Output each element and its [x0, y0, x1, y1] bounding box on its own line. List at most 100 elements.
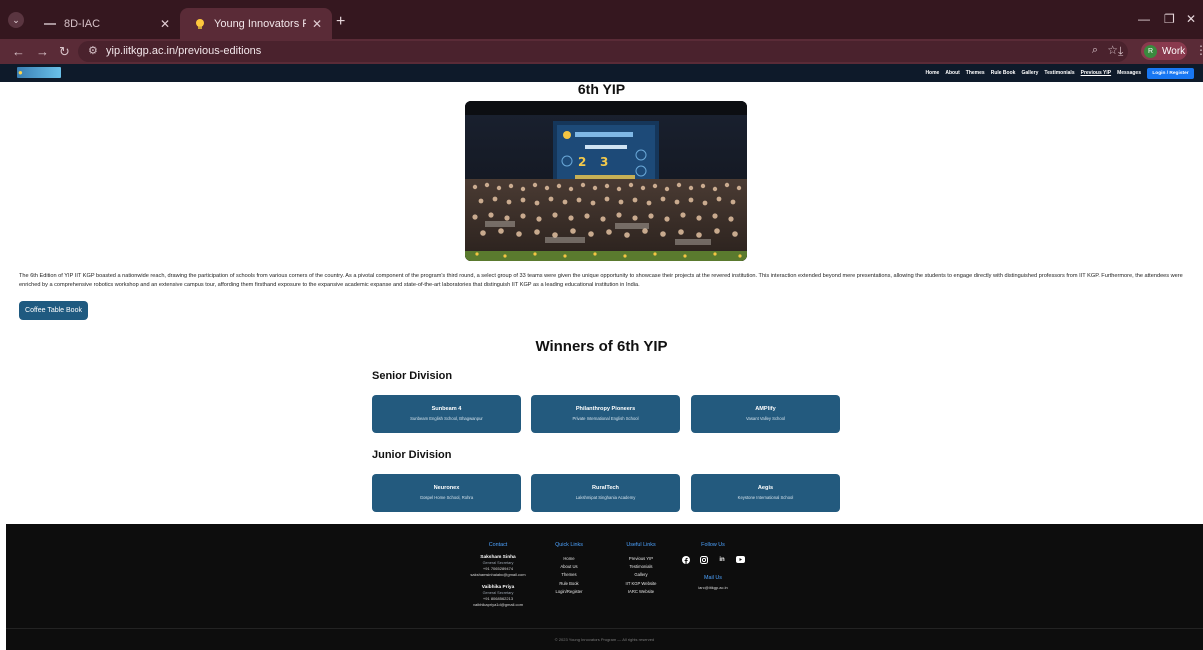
minimize-icon[interactable]: — — [1138, 12, 1150, 26]
nav-testimonials[interactable]: Testimonials — [1044, 70, 1074, 76]
browser-tab-active[interactable]: Young Innovators Program - Pr ✕ — [180, 8, 332, 39]
download-icon[interactable]: ⤓ — [1118, 44, 1123, 59]
zoom-icon[interactable]: ⌕ — [1092, 44, 1098, 57]
url-text: yip.iitkgp.ac.in/previous-editions — [106, 45, 262, 57]
close-window-icon[interactable]: ✕ — [1186, 12, 1196, 26]
footer-divider — [6, 628, 1203, 629]
team-name: Neuronex — [433, 485, 460, 491]
browser-tab[interactable]: 8D-IAC ✕ — [30, 8, 180, 39]
facebook-icon[interactable] — [682, 555, 691, 564]
svg-text:2: 2 — [578, 155, 586, 169]
tab-title: 8D-IAC — [64, 17, 101, 30]
team-school: Vasant Valley School — [746, 416, 785, 421]
site-navbar: ● Home About Themes Rule Book Gallery Te… — [0, 64, 1203, 82]
forward-icon[interactable]: → — [36, 44, 49, 59]
team-school: Private International English School — [572, 416, 639, 421]
bookmark-star-icon[interactable]: ☆ — [1107, 43, 1118, 57]
contact-role: General Secretary — [482, 561, 514, 565]
team-name: Philanthropy Pioneers — [575, 406, 636, 412]
contact-email[interactable]: sakshamsinhaiabc@gmail.com — [458, 572, 538, 577]
mail-email[interactable]: iarc@iitkgp.ac.in — [678, 585, 748, 590]
close-icon[interactable]: ✕ — [160, 17, 170, 31]
team-name: RuralTech — [592, 485, 619, 491]
contact-email[interactable]: vaibhikapriya1d@gmail.com — [458, 602, 538, 607]
footer-link[interactable]: Login/Register — [544, 588, 594, 596]
team-school: Sunbeam English School, Bhagwanpur — [410, 416, 483, 421]
footer-quick-links: Quick Links Home About Us Themes Rule Bo… — [544, 542, 594, 596]
footer-link[interactable]: Previous YIP — [616, 555, 666, 563]
team-name: AMPlify — [755, 406, 776, 412]
winner-card: RuralTech Lakshmipat Singhania Academy — [531, 474, 680, 512]
youtube-icon[interactable] — [735, 555, 745, 564]
nav-home[interactable]: Home — [925, 70, 939, 76]
contact-name: Saksham Sinha — [480, 555, 516, 560]
coffee-table-book-button[interactable]: Coffee Table Book — [19, 301, 88, 320]
nav-themes[interactable]: Themes — [966, 70, 985, 76]
profile-label: Work — [1162, 45, 1186, 57]
winner-card: Philanthropy Pioneers Private Internatio… — [531, 395, 680, 433]
contact-role: General Secretary — [482, 591, 514, 595]
winners-heading: Winners of 6th YIP — [535, 338, 668, 355]
copyright-text: © 2023 Young Innovators Program — All ri… — [554, 637, 655, 642]
winner-card: AMPlify Vasant Valley School — [691, 395, 840, 433]
nav-messages[interactable]: Messages — [1117, 70, 1141, 76]
tab-title: Young Innovators Program - Pr — [214, 17, 306, 30]
footer-link[interactable]: IIT KGP Website — [616, 580, 666, 588]
contact-phone[interactable]: +91 7065289474 — [458, 566, 538, 571]
profile-button[interactable]: R Work — [1141, 42, 1187, 60]
footer-follow: Follow Us in Mail Us iarc@iitkgp.ac.in — [678, 542, 748, 590]
hero-group-photo: 2 3 — [465, 101, 747, 261]
avatar: R — [1144, 44, 1157, 58]
maximize-icon[interactable]: ❐ — [1164, 12, 1175, 26]
menu-kebab-icon[interactable]: ⋮ — [1195, 43, 1203, 57]
footer-link[interactable]: Gallery — [616, 571, 666, 579]
address-bar: ← → ↻ ⚙ yip.iitkgp.ac.in/previous-editio… — [0, 39, 1203, 64]
winner-card: Neuronex Gospel Home School, Rohra — [372, 474, 521, 512]
team-name: Aegis — [757, 485, 774, 491]
social-links: in — [678, 555, 748, 564]
reload-icon[interactable]: ↻ — [59, 44, 70, 60]
edition-description: The 6th Edition of YIP IIT KGP boasted a… — [19, 273, 1183, 288]
footer-useful-links: Useful Links Previous YIP Testimonials G… — [616, 542, 666, 596]
winner-card: Sunbeam 4 Sunbeam English School, Bhagwa… — [372, 395, 521, 433]
browser-tab-strip: ⌄ 8D-IAC ✕ Young Innovators Program - Pr… — [0, 0, 1203, 39]
tab-search-icon[interactable]: ⌄ — [8, 12, 24, 28]
login-register-button[interactable]: Login / Register — [1147, 68, 1194, 79]
lightbulb-icon: ● — [18, 68, 23, 77]
nav-about[interactable]: About — [945, 70, 959, 76]
useful-links-heading: Useful Links — [626, 542, 656, 548]
footer-link[interactable]: About Us — [544, 563, 594, 571]
contact-name: Vaibhika Priya — [481, 585, 515, 590]
page-title: 6th YIP — [577, 81, 626, 97]
back-icon[interactable]: ← — [12, 44, 25, 59]
senior-division-heading: Senior Division — [372, 370, 453, 382]
site-info-icon[interactable]: ⚙ — [88, 44, 98, 57]
nav-rule-book[interactable]: Rule Book — [991, 70, 1016, 76]
nav-previous-yip[interactable]: Previous YIP — [1081, 70, 1111, 76]
team-school: Keystone International School — [737, 495, 794, 500]
instagram-icon[interactable] — [700, 555, 709, 564]
nav-gallery[interactable]: Gallery — [1021, 70, 1038, 76]
url-field[interactable]: ⚙ yip.iitkgp.ac.in/previous-editions ⌕ ☆ — [78, 41, 1128, 62]
junior-division-heading: Junior Division — [372, 449, 452, 461]
team-name: Sunbeam 4 — [431, 406, 462, 412]
footer-link[interactable]: IARC Website — [616, 588, 666, 596]
svg-text:3: 3 — [600, 155, 608, 169]
follow-heading: Follow Us — [701, 542, 725, 548]
footer-contact: Contact Saksham Sinha General Secretary … — [458, 542, 538, 607]
lightbulb-favicon-icon — [194, 18, 206, 30]
footer-link[interactable]: Testimonials — [616, 563, 666, 571]
footer-link[interactable]: Rule Book — [544, 580, 594, 588]
footer-link[interactable]: Home — [544, 555, 594, 563]
contact-heading: Contact — [488, 542, 508, 548]
contact-phone[interactable]: +91 8068562213 — [458, 596, 538, 601]
linkedin-icon[interactable]: in — [718, 555, 727, 564]
footer-link[interactable]: Themes — [544, 571, 594, 579]
winner-card: Aegis Keystone International School — [691, 474, 840, 512]
team-school: Gospel Home School, Rohra — [419, 495, 474, 500]
site-footer: Contact Saksham Sinha General Secretary … — [6, 524, 1203, 650]
team-school: Lakshmipat Singhania Academy — [575, 495, 636, 500]
site-logo[interactable]: ● — [17, 67, 61, 78]
close-icon[interactable]: ✕ — [312, 17, 322, 31]
new-tab-icon[interactable]: + — [336, 13, 345, 31]
